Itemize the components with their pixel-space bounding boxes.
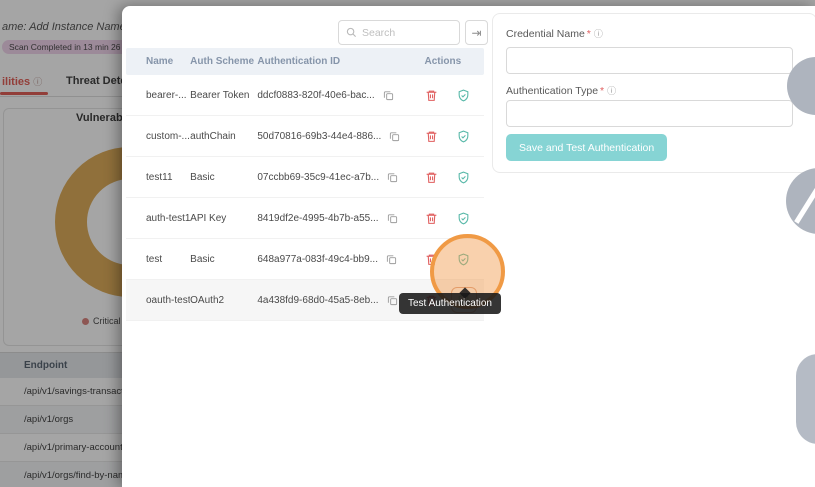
auth-id-cell: 50d70816-69b3-44e4-886... [257,131,420,142]
auth-id-cell: 4a438fd9-68d0-45a5-8eb... [257,295,420,306]
column-header-authentication-id: Authentication ID [257,56,420,67]
credential-name-cell: oauth-test [146,295,190,306]
authentication-type-label-text: Authentication Type [506,85,598,97]
info-icon: ⓘ [594,29,603,39]
actions-cell [421,123,485,149]
credential-name-label: Credential Name*ⓘ [506,27,603,40]
auth-id-text: 8419df2e-4995-4b7b-a55... [257,213,378,224]
copy-icon[interactable] [389,131,400,142]
authentication-modal: ⇥ Name Auth Scheme Authentication ID Act… [122,6,815,487]
auth-scheme-cell: Bearer Token [190,90,257,101]
screen: ame: Add Instance Name✎ Scan Completed i… [0,0,815,487]
authentication-type-field[interactable] [506,100,793,127]
credential-name-cell: bearer-... [146,90,190,101]
shield-check-icon [457,171,470,184]
auth-id-text: 07ccbb69-35c9-41ec-a7b... [257,172,379,183]
credential-form-card: Credential Name*ⓘ Authentication Type*ⓘ … [492,13,815,173]
credentials-table-row[interactable]: bearer-... Bearer Token ddcf0883-820f-40… [126,75,484,116]
credentials-table-row[interactable]: custom-... authChain 50d70816-69b3-44e4-… [126,116,484,157]
credential-name-field[interactable] [506,47,793,74]
credential-name-label-text: Credential Name [506,28,585,40]
column-header-actions: Actions [421,56,485,67]
test-authentication-button[interactable] [451,164,477,190]
copy-icon[interactable] [386,254,397,265]
required-mark: * [587,28,591,40]
credential-name-cell: test [146,254,190,265]
auth-scheme-cell: authChain [190,131,257,142]
search-icon [346,27,357,38]
auth-id-cell: 07ccbb69-35c9-41ec-a7b... [257,172,420,183]
search-input-wrapper [338,20,460,45]
actions-cell [421,205,485,231]
delete-icon[interactable] [425,171,438,184]
shield-check-icon [457,212,470,225]
shield-check-icon [457,130,470,143]
copy-icon[interactable] [387,213,398,224]
credentials-table-row[interactable]: auth-test1 API Key 8419df2e-4995-4b7b-a5… [126,198,484,239]
auth-scheme-cell: OAuth2 [190,295,257,306]
copy-icon[interactable] [383,90,394,101]
delete-icon[interactable] [425,89,438,102]
info-icon: ⓘ [607,86,616,96]
auth-id-text: 4a438fd9-68d0-45a5-8eb... [257,295,378,306]
overlay-pill-bottom [796,354,815,444]
collapse-panel-button[interactable]: ⇥ [465,20,488,45]
credential-name-cell: test11 [146,172,190,183]
credentials-table-row[interactable]: test11 Basic 07ccbb69-35c9-41ec-a7b... [126,157,484,198]
auth-scheme-cell: Basic [190,254,257,265]
auth-id-cell: 8419df2e-4995-4b7b-a55... [257,213,420,224]
auth-scheme-cell: Basic [190,172,257,183]
copy-icon[interactable] [387,295,398,306]
authentication-type-label: Authentication Type*ⓘ [506,84,616,97]
column-header-auth-scheme: Auth Scheme [190,56,257,67]
required-mark: * [600,85,604,97]
actions-cell [421,164,485,190]
credential-name-cell: auth-test1 [146,213,190,224]
credential-name-cell: custom-... [146,131,190,142]
auth-id-cell: 648a977a-083f-49c4-bb9... [257,254,420,265]
auth-scheme-cell: API Key [190,213,257,224]
copy-icon[interactable] [387,172,398,183]
auth-id-text: ddcf0883-820f-40e6-bac... [257,90,374,101]
test-authentication-button[interactable] [451,205,477,231]
auth-id-cell: ddcf0883-820f-40e6-bac... [257,90,420,101]
save-and-test-authentication-button[interactable]: Save and Test Authentication [506,134,667,161]
column-header-name: Name [146,56,190,67]
test-authentication-button[interactable] [451,123,477,149]
search-input[interactable] [362,27,452,39]
test-authentication-button[interactable] [451,82,477,108]
auth-id-text: 648a977a-083f-49c4-bb9... [257,254,378,265]
credentials-table-header: Name Auth Scheme Authentication ID Actio… [126,48,484,75]
credentials-table-body: bearer-... Bearer Token ddcf0883-820f-40… [126,75,484,321]
tooltip: Test Authentication [399,293,501,314]
actions-cell [421,82,485,108]
delete-icon[interactable] [425,130,438,143]
auth-id-text: 50d70816-69b3-44e4-886... [257,131,381,142]
shield-check-icon [457,89,470,102]
delete-icon[interactable] [425,212,438,225]
